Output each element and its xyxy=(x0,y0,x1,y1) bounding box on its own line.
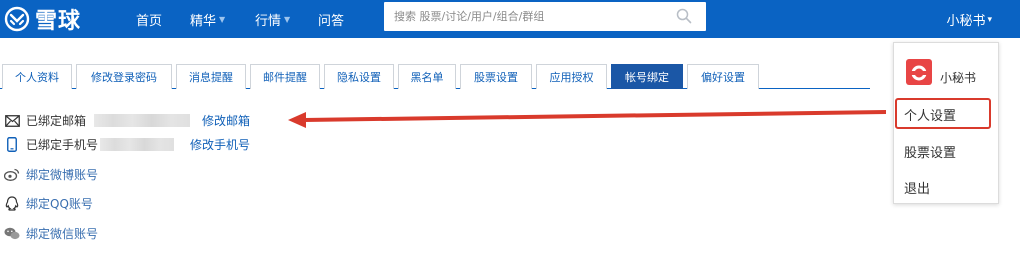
tab-label: 邮件提醒 xyxy=(263,71,307,84)
dropdown-user-name: 小秘书 xyxy=(940,71,977,85)
wechat-binding-row[interactable]: 绑定微信账号 xyxy=(4,225,98,242)
top-nav-bar: 雪球 首页 精华 ▼ 行情 ▼ 问答 小秘书 ▾ xyxy=(0,0,1020,38)
snowball-logo-icon xyxy=(4,6,30,32)
tab-label: 偏好设置 xyxy=(701,71,745,84)
chevron-down-icon: ▾ xyxy=(987,14,992,25)
tab-notifications[interactable]: 消息提醒 xyxy=(176,64,246,89)
user-name: 小秘书 xyxy=(946,14,986,29)
chevron-down-icon: ▼ xyxy=(219,15,226,24)
tab-label: 修改登录密码 xyxy=(91,71,157,84)
tab-label: 隐私设置 xyxy=(337,71,381,84)
qq-binding-row[interactable]: 绑定QQ账号 xyxy=(4,195,93,212)
wechat-icon xyxy=(4,226,20,242)
tab-change-password[interactable]: 修改登录密码 xyxy=(76,64,172,89)
nav-item-market[interactable]: 行情 ▼ xyxy=(255,10,290,29)
annotation-arrow xyxy=(288,110,886,128)
masked-phone xyxy=(100,138,175,151)
phone-binding-label: 已绑定手机号 xyxy=(26,138,99,152)
nav-item-label: 首页 xyxy=(136,14,163,29)
nav-item-label: 问答 xyxy=(318,14,345,29)
tab-label: 应用授权 xyxy=(549,71,594,84)
avatar xyxy=(906,58,932,85)
menu-item-personal-settings[interactable]: 个人设置 xyxy=(904,105,956,124)
nav-item-label: 行情 xyxy=(255,14,282,29)
logo[interactable]: 雪球 xyxy=(4,4,81,34)
email-binding-label: 已绑定邮箱 xyxy=(26,114,87,128)
search-icon[interactable] xyxy=(676,8,692,24)
tab-stock-settings[interactable]: 股票设置 xyxy=(460,64,532,89)
mail-icon xyxy=(4,113,20,129)
masked-email xyxy=(94,114,191,127)
tab-account-binding[interactable]: 帐号绑定 xyxy=(611,64,683,89)
change-email-link[interactable]: 修改邮箱 xyxy=(202,112,250,129)
logo-text: 雪球 xyxy=(35,9,82,34)
tab-profile[interactable]: 个人资料 xyxy=(2,64,72,89)
nav-item-featured[interactable]: 精华 ▼ xyxy=(190,10,225,29)
tab-blacklist[interactable]: 黑名单 xyxy=(398,64,456,89)
bind-qq-link[interactable]: 绑定QQ账号 xyxy=(26,195,93,212)
tab-label: 帐号绑定 xyxy=(625,71,669,84)
bind-weibo-link[interactable]: 绑定微博账号 xyxy=(26,166,98,183)
tab-label: 个人资料 xyxy=(15,71,59,84)
phone-icon xyxy=(4,137,20,153)
qq-icon xyxy=(4,196,20,212)
user-dropdown-menu: 小秘书 个人设置 股票设置 退出 xyxy=(893,42,999,204)
tab-label: 消息提醒 xyxy=(189,71,233,84)
chevron-down-icon: ▼ xyxy=(284,15,291,24)
menu-item-logout[interactable]: 退出 xyxy=(904,178,930,197)
tab-label: 股票设置 xyxy=(474,71,518,84)
search-input[interactable] xyxy=(384,2,664,31)
tab-label: 黑名单 xyxy=(410,71,444,84)
weibo-icon xyxy=(4,167,20,183)
tab-privacy[interactable]: 隐私设置 xyxy=(324,64,394,89)
weibo-binding-row[interactable]: 绑定微博账号 xyxy=(4,166,98,183)
search-box xyxy=(384,2,706,31)
nav-item-label: 精华 xyxy=(190,14,217,29)
dropdown-user-header[interactable]: 小秘书 xyxy=(906,57,976,86)
tab-email-notifications[interactable]: 邮件提醒 xyxy=(250,64,320,89)
nav-item-home[interactable]: 首页 xyxy=(136,10,162,29)
email-binding-row: 已绑定邮箱 修改邮箱 xyxy=(4,112,250,129)
change-phone-link[interactable]: 修改手机号 xyxy=(190,136,250,153)
settings-tabs: 个人资料 修改登录密码 消息提醒 邮件提醒 隐私设置 黑名单 股票设置 应用授权… xyxy=(0,64,870,89)
bind-wechat-link[interactable]: 绑定微信账号 xyxy=(26,225,98,242)
user-menu[interactable]: 小秘书 ▾ xyxy=(946,10,992,29)
phone-binding-row: 已绑定手机号 修改手机号 xyxy=(4,136,250,153)
tab-app-authorization[interactable]: 应用授权 xyxy=(536,64,607,89)
tab-preferences[interactable]: 偏好设置 xyxy=(687,64,759,89)
menu-item-stock-settings[interactable]: 股票设置 xyxy=(904,142,956,161)
nav-item-qa[interactable]: 问答 xyxy=(318,10,344,29)
